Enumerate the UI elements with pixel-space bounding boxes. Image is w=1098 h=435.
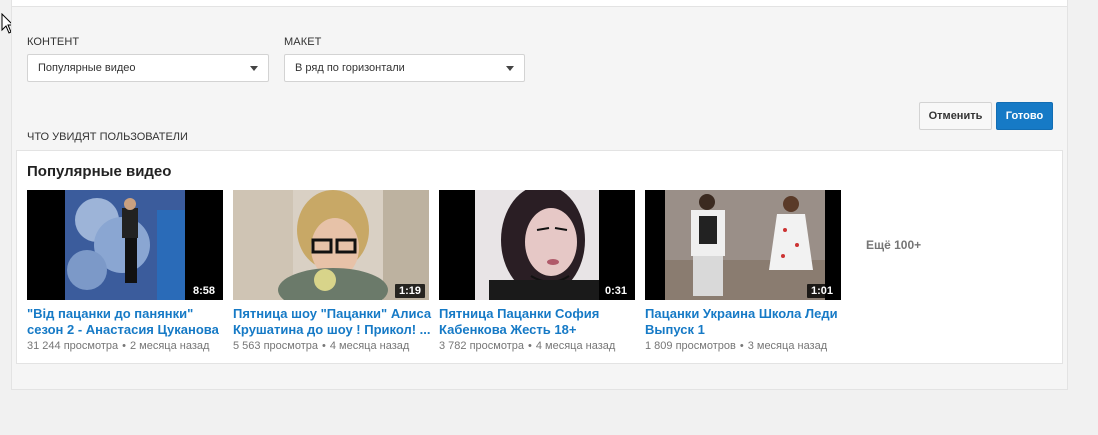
layout-label: МАКЕТ: [284, 36, 322, 48]
video-meta: 31 244 просмотра • 2 месяца назад: [27, 340, 210, 352]
video-views: 31 244 просмотра: [27, 340, 119, 352]
video-age: 4 месяца назад: [535, 340, 616, 352]
layout-select[interactable]: В ряд по горизонтали: [284, 54, 525, 82]
video-views: 1 809 просмотров: [645, 340, 736, 352]
video-card: 0:31 Пятница Пацанки София Кабенкова Жес…: [439, 190, 635, 353]
content-label: КОНТЕНТ: [27, 36, 80, 48]
chevron-down-icon: [506, 66, 514, 71]
chevron-down-icon: [250, 66, 258, 71]
shelf-title: Популярные видео: [27, 163, 172, 180]
layout-select-value: В ряд по горизонтали: [295, 62, 405, 74]
preview-label: ЧТО УВИДЯТ ПОЛЬЗОВАТЕЛИ: [27, 131, 188, 143]
video-views: 3 782 просмотра: [439, 340, 524, 352]
video-meta: 1 809 просмотров • 3 месяца назад: [645, 340, 828, 352]
video-title-link[interactable]: Пятница шоу "Пацанки" Алиса Крушатина до…: [233, 306, 433, 338]
video-meta: 5 563 просмотра • 4 месяца назад: [233, 340, 410, 352]
video-card: 8:58 "Від пацанки до панянки" сезон 2 - …: [27, 190, 223, 353]
more-videos-link[interactable]: Ещё 100+: [866, 238, 921, 252]
video-duration: 1:01: [806, 284, 837, 298]
video-age: 2 месяца назад: [129, 340, 210, 352]
video-thumbnail[interactable]: 1:19: [233, 190, 429, 300]
video-duration: 8:58: [188, 284, 219, 298]
video-title-link[interactable]: Пацанки Украина Школа Леди Выпуск 1: [645, 306, 845, 338]
panel-top-strip: [11, 0, 1068, 7]
video-card: 1:19 Пятница шоу "Пацанки" Алиса Крушати…: [233, 190, 431, 353]
video-thumbnail[interactable]: 0:31: [439, 190, 635, 300]
video-duration: 0:31: [600, 284, 631, 298]
video-card: 1:01 Пацанки Украина Школа Леди Выпуск 1…: [645, 190, 841, 353]
video-thumbnail[interactable]: 8:58: [27, 190, 223, 300]
video-age: 3 месяца назад: [747, 340, 828, 352]
video-duration: 1:19: [394, 284, 425, 298]
video-title-link[interactable]: Пятница Пацанки София Кабенкова Жесть 18…: [439, 306, 639, 338]
video-thumbnail[interactable]: 1:01: [645, 190, 841, 300]
video-age: 4 месяца назад: [329, 340, 410, 352]
video-views: 5 563 просмотра: [233, 340, 318, 352]
cancel-button[interactable]: Отменить: [919, 102, 992, 130]
video-meta: 3 782 просмотра • 4 месяца назад: [439, 340, 616, 352]
video-title-link[interactable]: "Від пацанки до панянки" сезон 2 - Анаст…: [27, 306, 227, 338]
content-select-value: Популярные видео: [38, 62, 136, 74]
done-button[interactable]: Готово: [996, 102, 1053, 130]
content-select[interactable]: Популярные видео: [27, 54, 269, 82]
